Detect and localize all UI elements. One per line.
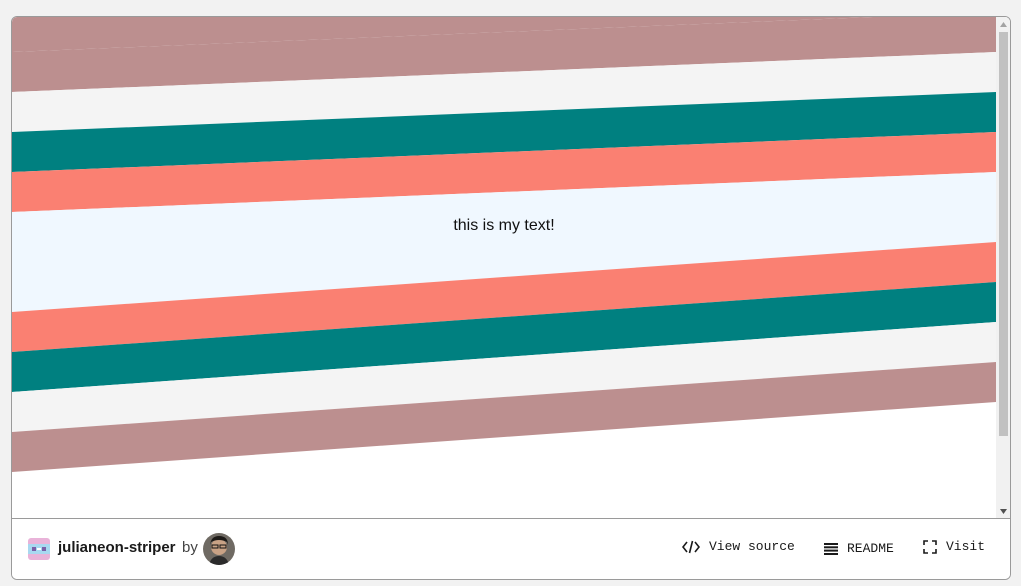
readme-label: README [847,541,894,556]
triangle-up-icon[interactable] [996,17,1010,31]
fullscreen-icon [923,539,937,554]
code-icon [682,540,700,554]
stripes-graphic [12,17,996,472]
by-label: by [182,539,198,556]
visit-label: Visit [946,539,986,554]
project-name-link[interactable]: julianeon-striper [58,539,176,556]
project-footer: julianeon-striper by View source README … [12,518,1010,579]
preview-viewport[interactable]: this is my text! [12,17,1010,518]
visit-button[interactable]: Visit [923,539,985,554]
view-source-label: View source [709,539,795,554]
preview-frame: this is my text! julianeon-striper by Vi… [11,16,1011,580]
triangle-down-icon[interactable] [996,504,1010,518]
list-icon [824,542,838,555]
preview-text: this is my text! [453,217,555,234]
scrollbar-thumb[interactable] [999,32,1008,436]
view-source-button[interactable]: View source [682,539,795,554]
vertical-scrollbar[interactable] [996,17,1010,518]
project-avatar[interactable] [28,538,50,560]
readme-button[interactable]: README [824,541,894,556]
user-avatar[interactable] [203,533,235,565]
